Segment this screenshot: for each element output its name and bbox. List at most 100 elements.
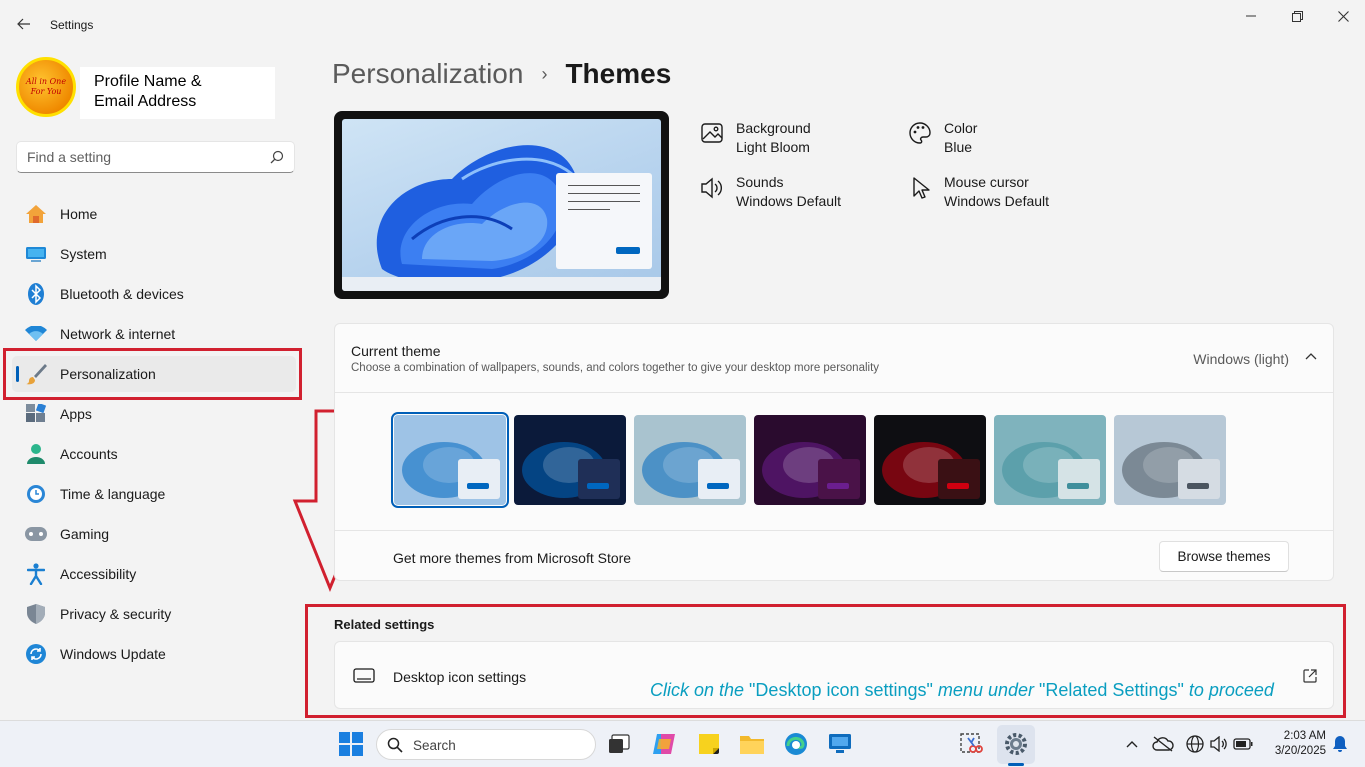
sidebar-item-gaming[interactable]: Gaming xyxy=(12,516,296,552)
back-arrow-icon xyxy=(17,18,30,30)
theme-preview xyxy=(334,111,669,299)
sidebar-item-system[interactable]: System xyxy=(12,236,296,272)
home-icon xyxy=(24,202,48,226)
theme-window-preview xyxy=(698,459,740,499)
bluetooth-icon xyxy=(24,282,48,306)
theme-thumbnail-flow[interactable] xyxy=(1114,415,1226,505)
accounts-icon xyxy=(24,442,48,466)
sidebar-item-label: Bluetooth & devices xyxy=(60,286,184,302)
update-icon xyxy=(24,642,48,666)
sidebar-item-label: Home xyxy=(60,206,98,222)
clock-date: 3/20/2025 xyxy=(1274,745,1326,757)
avatar[interactable]: All in One For You xyxy=(16,57,76,117)
search-icon xyxy=(270,150,284,164)
cloud-off-icon xyxy=(1152,736,1174,752)
theme-thumbnail-glow[interactable] xyxy=(754,415,866,505)
sidebar-item-windows-update[interactable]: Windows Update xyxy=(12,636,296,672)
sidebar-item-label: System xyxy=(60,246,107,262)
apps-icon xyxy=(24,402,48,426)
sidebar-item-label: Time & language xyxy=(60,486,166,502)
background-label: Background xyxy=(736,120,811,136)
snipping-tool-button[interactable] xyxy=(958,731,984,757)
color-setting[interactable]: Color Blue xyxy=(908,119,977,157)
sounds-label: Sounds xyxy=(736,174,784,190)
battery-button[interactable] xyxy=(1230,731,1256,757)
background-setting[interactable]: Background Light Bloom xyxy=(700,119,811,157)
bell-icon xyxy=(1333,736,1347,752)
back-button[interactable] xyxy=(10,12,38,36)
color-value: Blue xyxy=(944,139,973,155)
current-theme-value: Windows (light) xyxy=(1193,351,1289,367)
sidebar-item-time-language[interactable]: Time & language xyxy=(12,476,296,512)
breadcrumb-parent[interactable]: Personalization xyxy=(332,58,523,90)
theme-window-preview xyxy=(938,459,980,499)
edge-button[interactable] xyxy=(783,731,809,757)
sidebar-item-accounts[interactable]: Accounts xyxy=(12,436,296,472)
network-button[interactable] xyxy=(1182,731,1208,757)
minimize-icon xyxy=(1246,15,1256,17)
sidebar-item-privacy-security[interactable]: Privacy & security xyxy=(12,596,296,632)
theme-window-preview xyxy=(1058,459,1100,499)
sticky-notes-button[interactable] xyxy=(696,731,722,757)
taskbar-search[interactable]: Search xyxy=(376,729,596,760)
browse-themes-button[interactable]: Browse themes xyxy=(1159,541,1289,572)
clock-time: 2:03 AM xyxy=(1283,730,1326,742)
close-button[interactable] xyxy=(1321,4,1365,28)
avatar-text-line2: For You xyxy=(30,87,62,96)
minimize-button[interactable] xyxy=(1229,4,1273,28)
onedrive-button[interactable] xyxy=(1150,731,1176,757)
restore-icon xyxy=(1291,10,1303,22)
snipping-tool-icon xyxy=(960,733,983,753)
task-view-button[interactable] xyxy=(606,731,632,757)
remote-desktop-button[interactable] xyxy=(827,731,853,757)
gamepad-icon xyxy=(24,522,48,546)
sidebar-item-bluetooth[interactable]: Bluetooth & devices xyxy=(12,276,296,312)
file-explorer-button[interactable] xyxy=(739,731,765,757)
theme-thumbnail-sunrise[interactable] xyxy=(994,415,1106,505)
theme-thumbnail-windows-dark[interactable] xyxy=(514,415,626,505)
search-input[interactable] xyxy=(27,149,257,165)
sidebar-item-label: Windows Update xyxy=(60,646,166,662)
sidebar-item-network[interactable]: Network & internet xyxy=(12,316,296,352)
copilot-button[interactable] xyxy=(651,731,677,757)
background-value: Light Bloom xyxy=(736,139,810,155)
sidebar-item-label: Gaming xyxy=(60,526,110,542)
notifications-button[interactable] xyxy=(1327,731,1353,757)
sidebar-item-accessibility[interactable]: Accessibility xyxy=(12,556,296,592)
mouse-cursor-setting[interactable]: Mouse cursor Windows Default xyxy=(908,173,1049,211)
profile-info[interactable]: Profile Name & Email Address xyxy=(80,67,275,119)
sounds-setting[interactable]: Sounds Windows Default xyxy=(700,173,841,211)
taskbar: Search 2:03 AM 3/20/2025 xyxy=(0,720,1365,767)
sidebar-item-label: Privacy & security xyxy=(60,606,172,622)
battery-icon xyxy=(1233,738,1253,750)
breadcrumb: Personalization › Themes xyxy=(332,58,671,90)
cursor-icon xyxy=(913,177,930,199)
windows-logo-icon xyxy=(339,732,363,756)
taskbar-search-label: Search xyxy=(413,738,456,753)
edge-icon xyxy=(785,733,807,755)
accessibility-icon xyxy=(24,562,48,586)
sidebar-item-home[interactable]: Home xyxy=(12,196,296,232)
theme-thumbnail-captured-motion[interactable] xyxy=(874,415,986,505)
start-button[interactable] xyxy=(338,731,364,757)
taskbar-clock[interactable]: 2:03 AM 3/20/2025 xyxy=(1266,729,1326,759)
preview-taskbar xyxy=(342,277,661,291)
show-hidden-icons-button[interactable] xyxy=(1119,731,1145,757)
sounds-value: Windows Default xyxy=(736,193,842,209)
theme-thumbnail-spotlight[interactable] xyxy=(634,415,746,505)
sidebar-item-apps[interactable]: Apps xyxy=(12,396,296,432)
picture-icon xyxy=(701,123,723,143)
theme-thumbnail-windows-light[interactable] xyxy=(391,412,509,508)
gear-icon xyxy=(1005,733,1027,755)
find-setting-search[interactable] xyxy=(16,141,295,173)
settings-taskbar-button[interactable] xyxy=(1003,731,1029,757)
avatar-text-line1: All in One xyxy=(25,77,67,86)
sidebar-item-label: Accessibility xyxy=(60,566,137,582)
chevron-up-icon[interactable] xyxy=(1305,352,1317,360)
close-icon xyxy=(1337,10,1349,22)
folder-icon xyxy=(740,736,764,754)
store-text: Get more themes from Microsoft Store xyxy=(393,550,632,566)
clock-globe-icon xyxy=(24,482,48,506)
volume-button[interactable] xyxy=(1206,731,1232,757)
maximize-button[interactable] xyxy=(1275,4,1319,28)
